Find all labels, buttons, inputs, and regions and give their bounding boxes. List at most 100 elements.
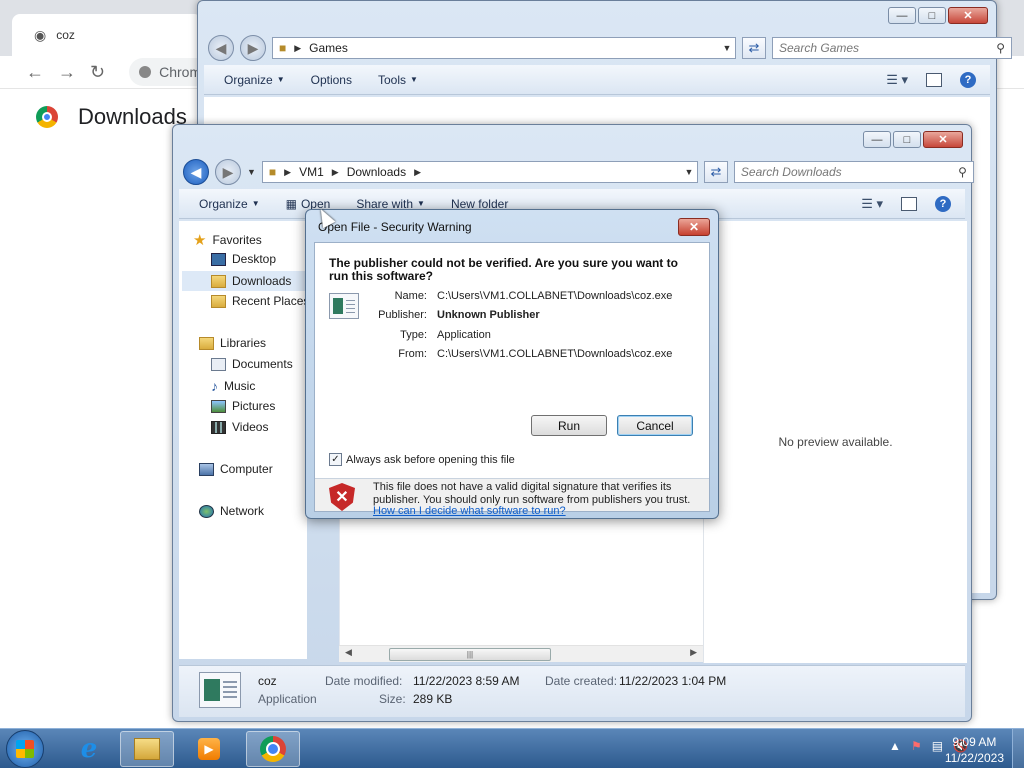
window-controls: — □ ✕	[888, 7, 988, 24]
games-address-bar[interactable]: ■ ▶ Games ▼	[272, 37, 736, 59]
dialog-close-button[interactable]: ✕	[678, 218, 710, 236]
forward-button[interactable]: ▶	[240, 35, 266, 61]
nav-videos[interactable]: Videos	[211, 420, 268, 434]
history-chevron-icon[interactable]: ▼	[247, 167, 256, 177]
nav-documents[interactable]: Documents	[211, 357, 293, 371]
nav-pictures[interactable]: Pictures	[211, 399, 275, 413]
close-button[interactable]: ✕	[948, 7, 988, 24]
action-center-flag-icon[interactable]: ⚑	[911, 739, 922, 753]
chrome-logo-icon	[139, 66, 152, 78]
back-arrow-icon[interactable]: ←	[26, 62, 44, 83]
forward-button[interactable]: ▶	[215, 159, 241, 185]
always-ask-label: Always ask before opening this file	[346, 453, 515, 466]
windows-logo-icon	[16, 740, 34, 758]
taskbar-chrome[interactable]	[246, 731, 300, 767]
help-link[interactable]: How can I decide what software to run?	[373, 505, 566, 517]
reload-icon[interactable]: ↻	[90, 62, 105, 83]
horizontal-scrollbar[interactable]: ◀ ||| ▶	[339, 645, 703, 662]
minimize-button[interactable]: —	[888, 7, 916, 24]
refresh-button[interactable]: ⇄	[703, 161, 728, 183]
desktop-icon	[211, 252, 226, 266]
help-icon[interactable]: ?	[960, 71, 976, 88]
breadcrumb-downloads[interactable]: Downloads	[347, 165, 406, 179]
organize-menu[interactable]: Organize ▼	[224, 73, 285, 87]
preview-pane-icon[interactable]	[926, 72, 942, 87]
taskbar-internet-explorer[interactable]: e	[62, 731, 116, 767]
back-button[interactable]: ◀	[183, 159, 209, 185]
organize-menu[interactable]: Organize ▼	[199, 197, 260, 211]
name-value: C:\Users\VM1.COLLABNET\Downloads\coz.exe	[437, 290, 673, 302]
nav-favorites[interactable]: ★ Favorites	[193, 231, 262, 249]
from-label: From:	[398, 348, 427, 360]
nav-libraries[interactable]: Libraries	[199, 336, 266, 350]
documents-icon	[211, 357, 226, 371]
window-controls: — □ ✕	[863, 131, 963, 148]
always-ask-checkbox[interactable]: ✓	[329, 453, 342, 466]
nav-music[interactable]: ♪ Music	[211, 378, 255, 394]
refresh-button[interactable]: ⇄	[742, 37, 766, 59]
pictures-icon	[211, 399, 226, 413]
security-warning-dialog: Open File - Security Warning ✕ The publi…	[305, 209, 719, 519]
scroll-left-icon[interactable]: ◀	[345, 647, 352, 658]
nav-computer[interactable]: Computer	[199, 462, 273, 476]
close-button[interactable]: ✕	[923, 131, 963, 148]
scroll-right-icon[interactable]: ▶	[690, 647, 697, 658]
run-button[interactable]: Run	[531, 415, 607, 436]
games-search-input[interactable]: Search Games ⚲	[772, 37, 1012, 59]
chevron-down-icon[interactable]: ▼	[719, 43, 735, 53]
minimize-button[interactable]: —	[863, 131, 891, 148]
name-label: Name:	[394, 290, 427, 302]
breadcrumb-vm1[interactable]: VM1	[299, 165, 324, 179]
navigation-pane: ★ Favorites Desktop Downloads Recent Plac…	[179, 221, 309, 659]
details-created-label: Date created:	[545, 674, 618, 688]
star-icon: ★	[193, 232, 207, 249]
chevron-down-icon: ▼	[417, 199, 425, 208]
dialog-heading: The publisher could not be verified. Are…	[329, 256, 678, 283]
downloads-search-input[interactable]: Search Downloads ⚲	[733, 161, 974, 183]
taskbar-file-explorer[interactable]	[120, 731, 174, 767]
scrollbar-thumb[interactable]: |||	[389, 648, 551, 661]
tools-menu[interactable]: Tools ▼	[378, 73, 418, 87]
back-button[interactable]: ◀	[208, 35, 234, 61]
breadcrumb-arrow-icon: ▶	[284, 166, 292, 177]
clock[interactable]: 9:09 AM 11/22/2023	[945, 734, 1004, 766]
show-desktop-button[interactable]	[1012, 729, 1024, 768]
taskbar-media-player[interactable]: ▶	[182, 731, 236, 767]
security-shield-icon: ✕	[329, 483, 355, 511]
nav-recent-places[interactable]: Recent Places	[211, 294, 309, 308]
maximize-button[interactable]: □	[918, 7, 946, 24]
network-status-icon[interactable]: ▤	[932, 739, 943, 753]
chrome-page-header: Downloads	[36, 104, 187, 130]
forward-arrow-icon[interactable]: →	[58, 62, 76, 83]
show-hidden-icons-icon[interactable]: ▲	[889, 739, 901, 753]
downloads-address-bar[interactable]: ■ ▶ VM1 ▶ Downloads ▶ ▼	[261, 161, 698, 183]
details-file-type: Application	[258, 692, 317, 706]
publisher-value: Unknown Publisher	[437, 309, 540, 321]
internet-explorer-icon: e	[80, 734, 98, 764]
music-icon: ♪	[211, 378, 218, 394]
chrome-tab[interactable]: ◉ coz	[12, 14, 202, 56]
nav-network[interactable]: Network	[199, 504, 264, 518]
warning-text: This file does not have a valid digital …	[373, 481, 691, 506]
chevron-down-icon[interactable]: ▼	[681, 167, 697, 177]
always-ask-checkbox-row[interactable]: ✓ Always ask before opening this file	[329, 453, 515, 466]
computer-icon	[199, 462, 214, 476]
options-button[interactable]: Options	[311, 73, 352, 87]
media-player-icon: ▶	[198, 738, 220, 760]
preview-pane-icon[interactable]	[901, 196, 917, 211]
games-address-row: ◀ ▶ ■ ▶ Games ▼ ⇄ Search Games ⚲	[208, 35, 1012, 61]
libraries-icon	[199, 336, 214, 350]
nav-desktop[interactable]: Desktop	[211, 252, 276, 266]
change-view-icon[interactable]: ☰ ▾	[861, 196, 883, 212]
start-button[interactable]	[6, 730, 44, 768]
change-view-icon[interactable]: ☰ ▾	[886, 72, 908, 88]
nav-downloads[interactable]: Downloads	[182, 271, 306, 291]
cancel-button[interactable]: Cancel	[617, 415, 693, 436]
maximize-button[interactable]: □	[893, 131, 921, 148]
search-icon: ⚲	[958, 165, 967, 179]
help-icon[interactable]: ?	[935, 195, 951, 212]
breadcrumb-games[interactable]: Games	[309, 41, 348, 55]
details-modified-value: 11/22/2023 8:59 AM	[413, 674, 520, 688]
details-file-name: coz	[258, 674, 277, 688]
folder-icon	[134, 738, 160, 760]
